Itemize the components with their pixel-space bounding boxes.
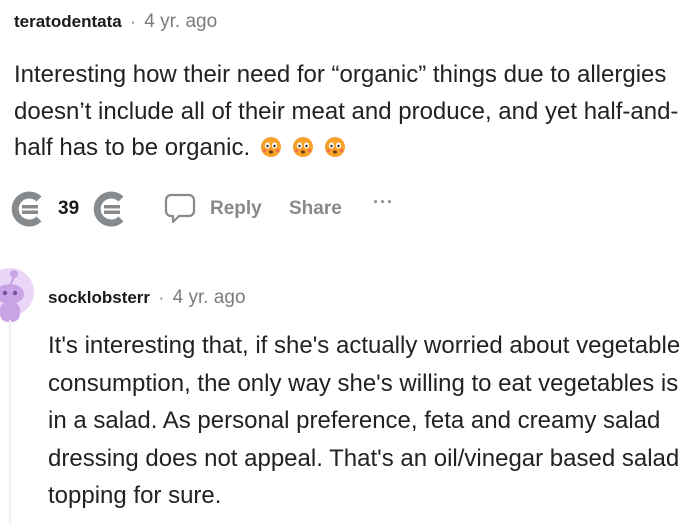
upvote-button[interactable] (8, 189, 48, 229)
flushed-face-emoji-icon (292, 133, 314, 157)
speech-bubble-icon (164, 193, 196, 224)
comment-1-action-bar: 39 Reply Share ··· (0, 186, 700, 230)
comment-2-username[interactable]: socklobsterr (48, 288, 150, 307)
comment-2-header: socklobsterr · 4 yr. ago (48, 287, 246, 309)
thread-line[interactable] (9, 320, 11, 523)
flushed-face-emoji-icon (324, 133, 346, 157)
vote-score: 39 (58, 198, 80, 219)
reply-label: Reply (210, 198, 262, 219)
downvote-button[interactable] (90, 189, 130, 229)
comment-1-username[interactable]: teratodentata (14, 12, 122, 31)
comment-1-body: Interesting how their need for “organic”… (14, 57, 686, 167)
comment-2-separator: · (158, 288, 165, 307)
flushed-face-emoji-icon (260, 133, 282, 157)
comment-2-timestamp[interactable]: 4 yr. ago (173, 287, 246, 308)
downvote-icon (93, 191, 124, 227)
comment-2-body: It's interesting that, if she's actually… (48, 332, 681, 509)
comment-1: teratodentata · 4 yr. ago Interesting ho… (0, 0, 700, 240)
comment-1-header: teratodentata · 4 yr. ago (14, 11, 217, 33)
avatar[interactable] (0, 264, 38, 322)
comment-1-separator: · (130, 12, 136, 31)
share-button[interactable]: Share (289, 198, 342, 220)
comment-1-timestamp[interactable]: 4 yr. ago (144, 11, 217, 32)
upvote-icon (11, 191, 42, 227)
more-options-button[interactable]: ··· (373, 192, 394, 213)
snoo-avatar-icon (0, 268, 34, 322)
comment-1-text: Interesting how their need for “organic”… (14, 61, 679, 161)
